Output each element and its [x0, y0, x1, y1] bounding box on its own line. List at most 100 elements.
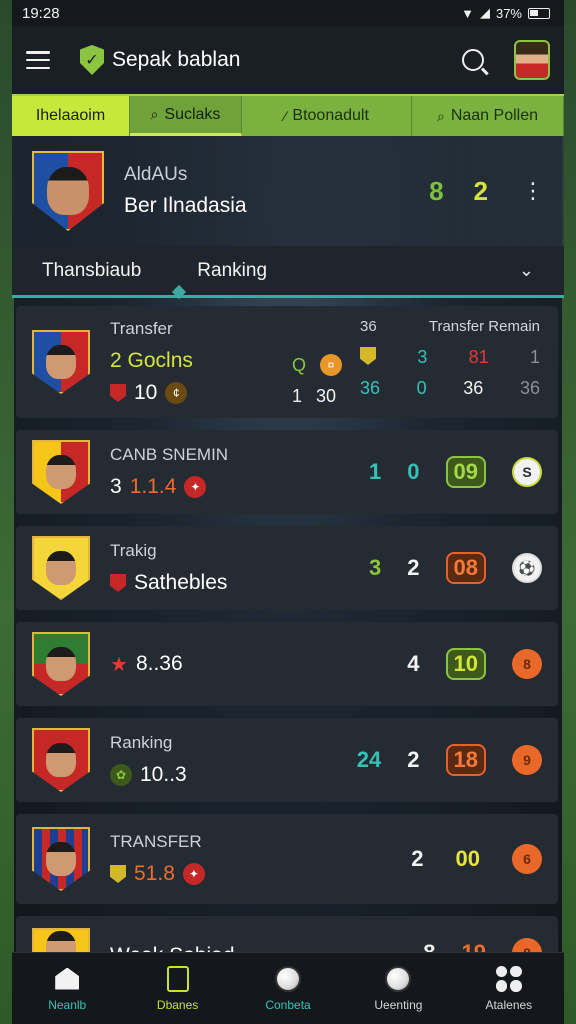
list-item[interactable]: Ranking ✿ 10..3 24 2 18 9 [16, 718, 558, 802]
card-stats: 2 00 6 [411, 844, 542, 874]
app-title: Sepak bablan [112, 48, 241, 71]
tab-suclaks[interactable]: ⌕ Suclaks [130, 96, 242, 136]
card-body: Ranking ✿ 10..3 [110, 733, 357, 787]
card-stats: 24 2 18 9 [357, 744, 542, 776]
grid-value: 36 [463, 378, 484, 398]
stat-pill: 10 [445, 648, 486, 680]
player-portrait [46, 345, 76, 379]
stat-value: 0 [407, 459, 420, 484]
card-title: TRANSFER [110, 832, 202, 851]
club-badge [32, 728, 90, 792]
profile-subtitle: AldAUs [124, 164, 188, 185]
stat-value: 2 [407, 747, 420, 772]
stat-pill: 18 [445, 744, 486, 776]
status-time: 19:28 [22, 4, 60, 22]
status-badge: S [512, 457, 542, 487]
stat-value: 4 [407, 651, 420, 676]
grid-col-head-1: 36 [360, 318, 377, 335]
list-item[interactable]: Transfer 2 Goclns 10 ¢ Q ¤ 1 30 36 Transfe… [16, 306, 558, 418]
tab-ihelaaoim[interactable]: Ihelaaoim [12, 96, 130, 136]
logo-icon: ✓ [80, 45, 104, 75]
club-shield-icon [110, 865, 126, 883]
more-options-icon[interactable]: ⋮ [522, 178, 544, 204]
search-icon[interactable] [462, 49, 484, 71]
card-title: CANB SNEMIN [110, 445, 229, 464]
stat-value: 1 [369, 459, 382, 484]
tab-naan-pollen[interactable]: ⌕ Naan Pollen [412, 96, 564, 136]
stat-value: 2 [407, 555, 420, 580]
list-item[interactable]: ★ 8..36 4 10 8 [16, 622, 558, 706]
player-badge [32, 151, 104, 231]
player-portrait [46, 842, 76, 876]
battery-label: 37% [495, 5, 522, 21]
bottom-navigation: Neanlb Dbanes Conbeta Ueenting Atalenes [12, 952, 564, 1024]
tab-btoonadult[interactable]: ∕ Btoonadult [242, 96, 412, 136]
card-main-value: Sathebles [134, 571, 228, 594]
coin-icon: ¢ [165, 382, 188, 404]
nav-item-home[interactable]: Neanlb [12, 953, 122, 1024]
stat-pill: 08 [445, 552, 486, 584]
signal-icon: ◢ [479, 5, 490, 20]
stat-value: 2 [411, 846, 424, 871]
football-icon [385, 965, 412, 992]
search-icon: ⌕ [436, 107, 445, 124]
football-icon: ⚽ [512, 553, 542, 583]
club-shield-icon [110, 574, 126, 592]
nav-item-cards[interactable]: Dbanes [122, 953, 232, 1024]
wifi-icon: ▼ [461, 5, 474, 21]
nav-item-matches[interactable]: Conbeta [233, 953, 343, 1024]
tab-thansbiaub[interactable]: Thansbiaub [42, 260, 141, 282]
card-title: Trakig [110, 541, 157, 560]
tab-label: Naan Pollen [450, 107, 538, 124]
card-body: Trakig Sathebles [110, 541, 369, 595]
card-main: 51.8 ✦ [110, 862, 411, 886]
card-stats: 4 10 8 [407, 648, 542, 680]
profile-banner[interactable]: AldAUs Ber Ilnadasia 8 2 ⋮ [12, 136, 564, 246]
list-item[interactable]: Trakig Sathebles 3 2 08 ⚽ [16, 526, 558, 610]
card-body: TRANSFER 51.8 ✦ [110, 832, 411, 886]
menu-icon[interactable] [26, 51, 50, 69]
status-bar: 19:28 ▼ ◢ 37% [12, 0, 564, 26]
card-stats: 1 0 09 S [369, 456, 542, 488]
avatar[interactable] [514, 40, 550, 80]
card-main-value: 51.8 [134, 862, 175, 885]
nav-item-more[interactable]: Atalenes [454, 953, 564, 1024]
player-portrait [46, 647, 76, 681]
goals-label: 2 Goclns [110, 349, 193, 372]
app-bar: ✓ Sepak bablan [12, 26, 564, 94]
card-main-value: 10..3 [140, 763, 187, 786]
status-badge: 6 [512, 844, 542, 874]
tab-label: Btoonadult [292, 107, 369, 124]
detail-grid-row: 3 81 1 [360, 347, 540, 368]
card-title: Ranking [110, 733, 173, 752]
card-main: 3 1.1.4 ✦ [110, 475, 369, 499]
club-badge [32, 632, 90, 696]
card-main: ★ 8..36 [110, 652, 407, 677]
stat-pill: 09 [445, 456, 486, 488]
grid-value: 0 [416, 378, 427, 398]
app-screen: 19:28 ▼ ◢ 37% ✓ Sepak bablan Ihelaaoim ⌕… [12, 0, 564, 1024]
status-icons: ▼ ◢ 37% [461, 5, 550, 21]
card-main-value: 3 [110, 475, 122, 498]
nav-label: Atalenes [485, 997, 533, 1012]
player-portrait [47, 167, 89, 215]
chevron-down-icon[interactable]: ⌄ [519, 260, 534, 281]
grid-value: 36 [360, 378, 381, 398]
nav-item-scouting[interactable]: Ueenting [343, 953, 453, 1024]
card-badge-icon: ✦ [184, 476, 207, 498]
detail-grid-row: 36 0 36 36 [360, 378, 540, 399]
mid-value-1: Q [292, 354, 307, 375]
player-portrait [46, 551, 76, 585]
player-portrait [46, 455, 76, 489]
nav-label: Neanlb [48, 997, 87, 1012]
club-shield-icon [360, 347, 376, 365]
profile-text: AldAUs Ber Ilnadasia [124, 164, 429, 218]
list-item[interactable]: TRANSFER 51.8 ✦ 2 00 6 [16, 814, 558, 904]
nav-label: Dbanes [156, 997, 199, 1012]
card-main-red: 1.1.4 [129, 475, 177, 498]
card-sub-value: 10 [134, 381, 158, 404]
nav-label: Ueenting [374, 997, 423, 1012]
club-badge [32, 536, 90, 600]
list-item[interactable]: CANB SNEMIN 3 1.1.4 ✦ 1 0 09 S [16, 430, 558, 514]
tab-ranking[interactable]: Ranking [197, 260, 267, 282]
